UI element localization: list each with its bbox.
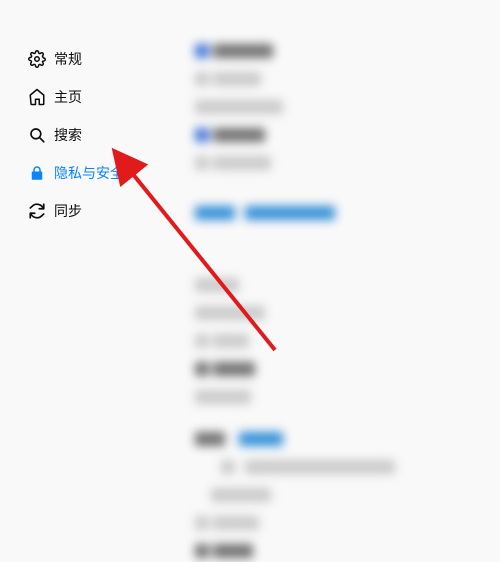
gear-icon <box>28 50 46 68</box>
settings-sidebar: 常规 主页 搜索 隐私与安全 <box>24 44 154 234</box>
sidebar-item-label: 搜索 <box>54 128 82 142</box>
sync-icon <box>28 202 46 220</box>
search-icon <box>28 126 46 144</box>
sidebar-item-label: 同步 <box>54 204 82 218</box>
home-icon <box>28 88 46 106</box>
sidebar-item-privacy[interactable]: 隐私与安全 <box>24 158 154 188</box>
sidebar-item-sync[interactable]: 同步 <box>24 196 154 226</box>
sidebar-item-label: 隐私与安全 <box>54 166 124 180</box>
sidebar-item-home[interactable]: 主页 <box>24 82 154 112</box>
content-area-blurred <box>195 40 480 495</box>
sidebar-item-label: 主页 <box>54 90 82 104</box>
sidebar-item-search[interactable]: 搜索 <box>24 120 154 150</box>
sidebar-item-general[interactable]: 常规 <box>24 44 154 74</box>
sidebar-item-label: 常规 <box>54 52 82 66</box>
lock-icon <box>28 164 46 182</box>
